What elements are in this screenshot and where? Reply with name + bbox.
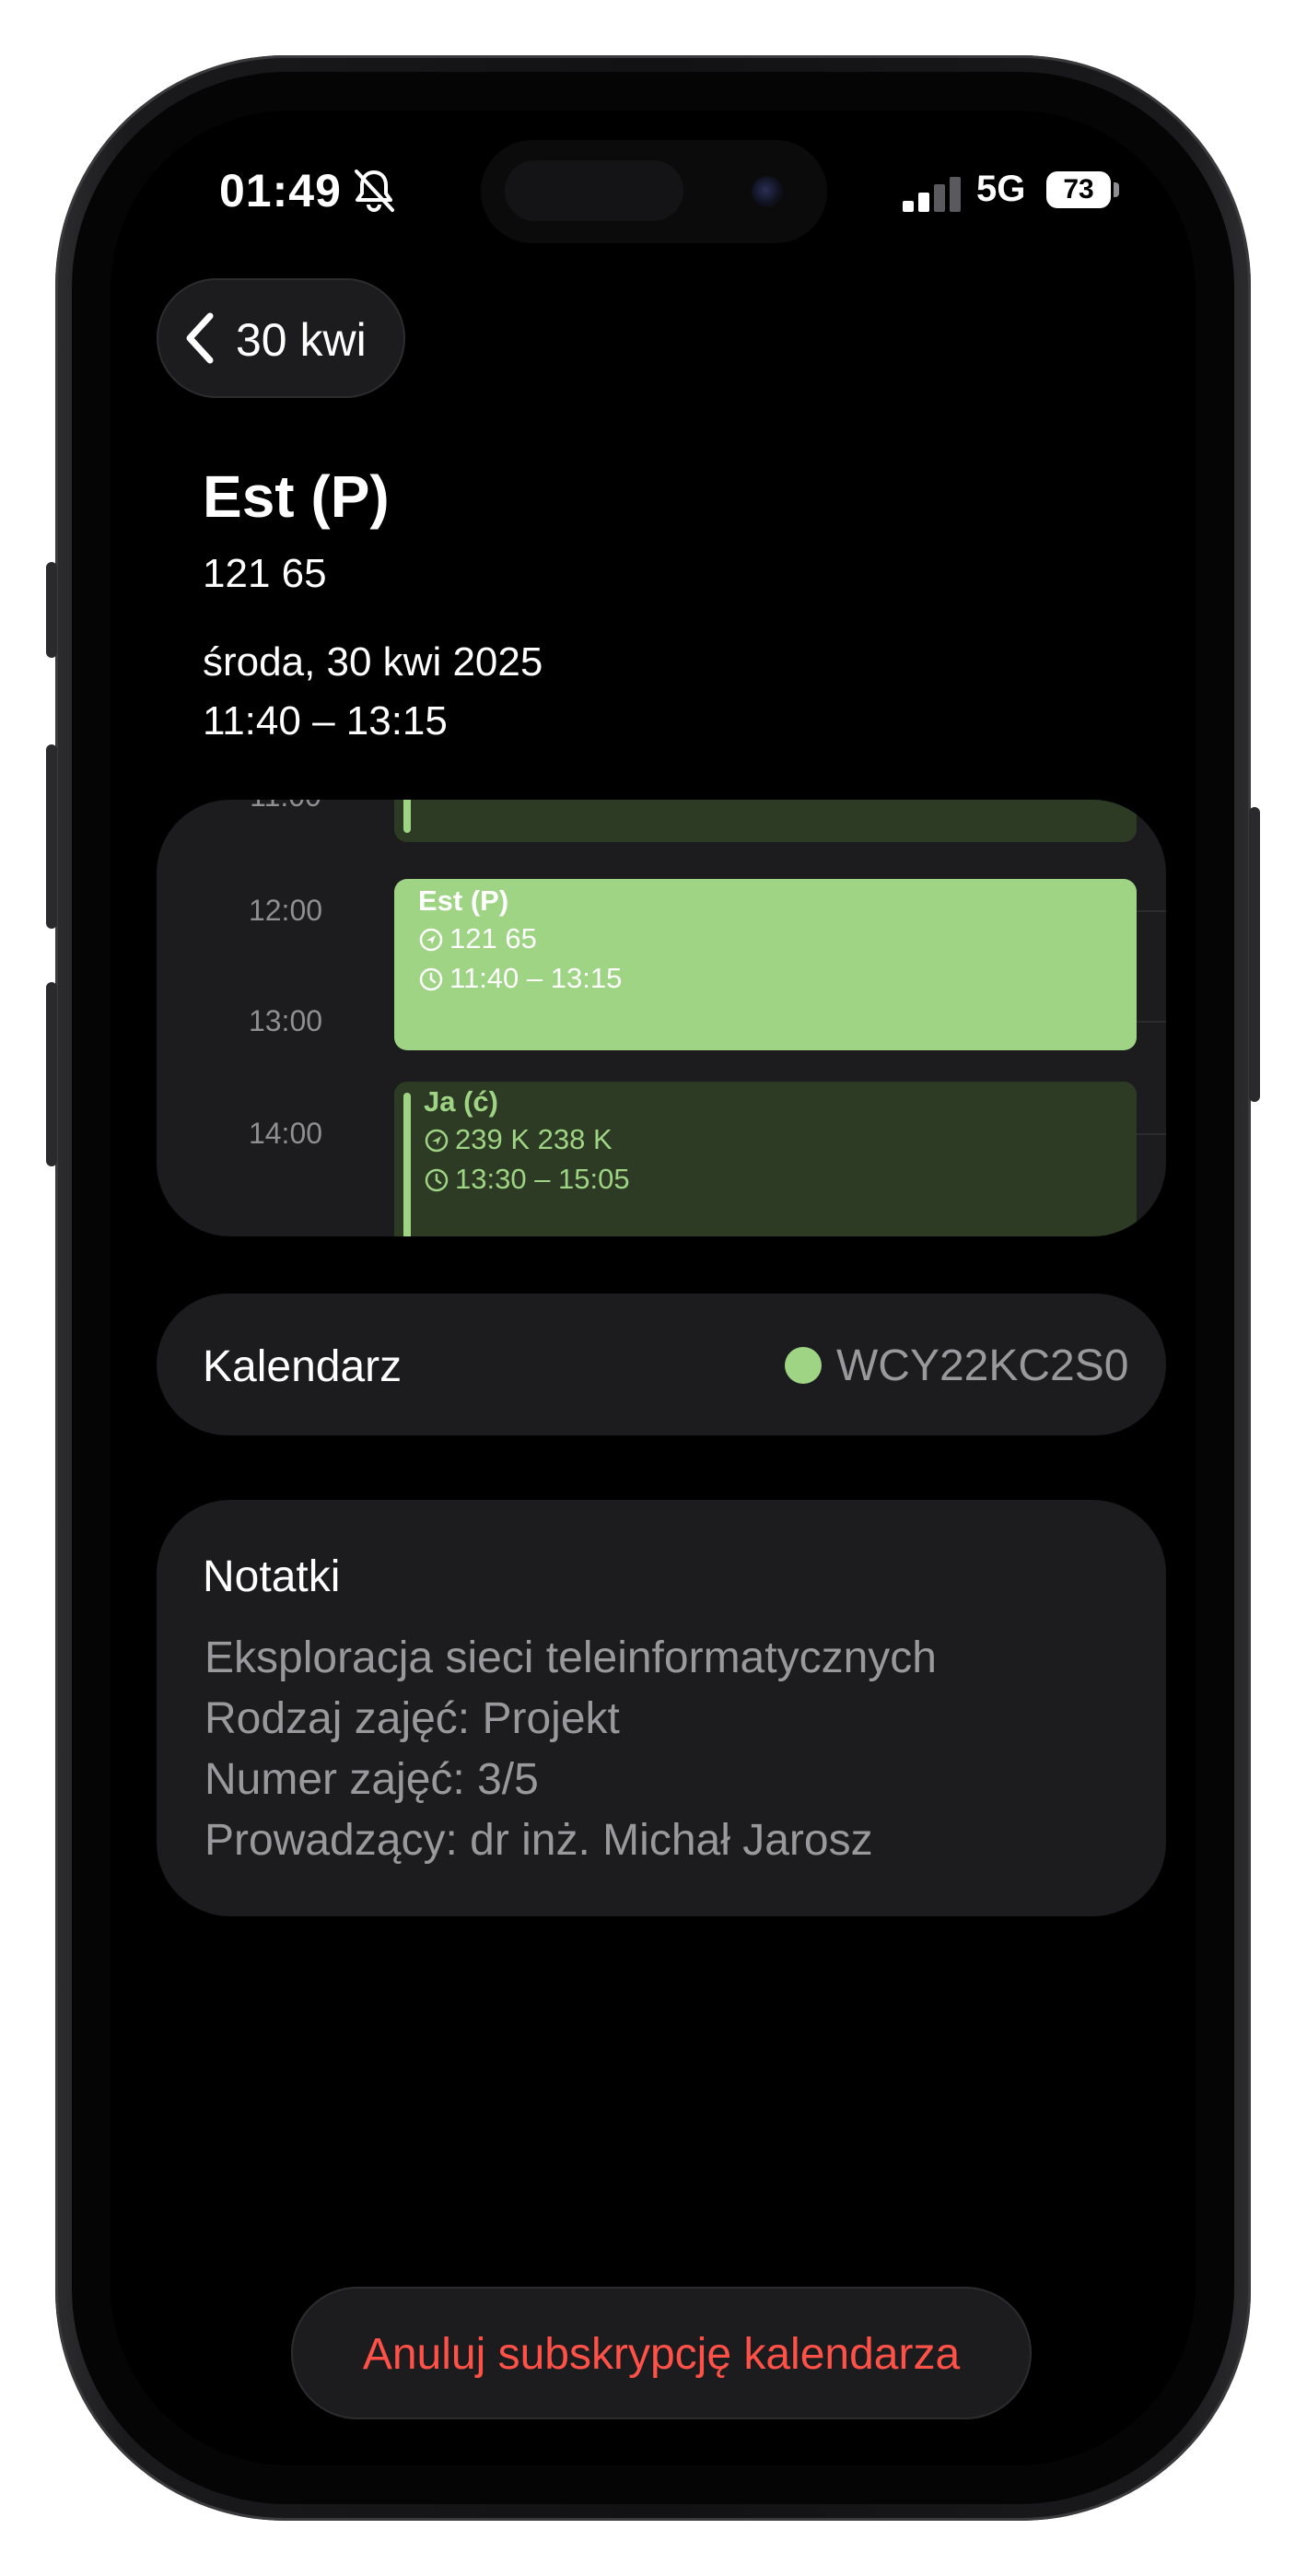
dynamic-island-sensor	[505, 160, 683, 221]
action-button	[46, 562, 57, 658]
back-button[interactable]: 30 kwi	[157, 278, 405, 398]
signal-icon	[903, 177, 961, 212]
location-icon	[425, 1129, 449, 1153]
hour-label-14: 14:00	[248, 1117, 323, 1150]
event-color-bar	[403, 800, 411, 833]
screen: 01:49 5G 73 30 kwi Est (P) 121 65 środa,…	[111, 111, 1196, 2465]
event-room: 121 65	[203, 551, 327, 596]
calendar-row-label: Kalendarz	[203, 1342, 403, 1391]
note-line: Prowadzący: dr inż. Michał Jarosz	[204, 1816, 873, 1865]
status-time: 01:49	[219, 165, 342, 217]
event-time-range: 11:40 – 13:15	[203, 698, 448, 744]
network-label: 5G	[976, 169, 1026, 209]
chevron-left-icon	[186, 312, 214, 364]
event-title: Est (P)	[203, 463, 390, 530]
event-color-bar	[403, 1093, 411, 1236]
day-preview[interactable]: 11:00 12:00 13:00 14:00 Est (P) 121 65 1…	[157, 800, 1166, 1236]
unsubscribe-button[interactable]: Anuluj subskrypcję kalendarza	[291, 2287, 1032, 2419]
calendar-color-dot	[785, 1347, 822, 1384]
bell-slash-icon	[355, 170, 394, 212]
location-icon	[419, 928, 443, 952]
previous-event-block[interactable]	[394, 800, 1137, 842]
battery-tip	[1114, 182, 1119, 197]
unsubscribe-label: Anuluj subskrypcję kalendarza	[362, 2330, 961, 2379]
volume-up-button	[46, 744, 57, 929]
selected-event-room: 121 65	[449, 922, 537, 954]
next-event-room: 239 K 238 K	[455, 1123, 613, 1155]
clock-icon	[425, 1168, 449, 1192]
camera-lens	[752, 176, 783, 207]
battery-icon: 73	[1046, 171, 1111, 208]
notes-title: Notatki	[203, 1552, 341, 1601]
calendar-row[interactable]: Kalendarz WCY22KC2S0	[157, 1294, 1166, 1435]
next-event-time: 13:30 – 15:05	[455, 1163, 630, 1195]
hour-label-13: 13:00	[248, 1004, 323, 1037]
clock-icon	[419, 967, 443, 991]
note-line: Eksploracja sieci teleinformatycznych	[204, 1633, 937, 1682]
selected-event-time: 11:40 – 13:15	[449, 962, 623, 994]
selected-event-title: Est (P)	[418, 884, 509, 917]
note-line: Numer zajęć: 3/5	[204, 1755, 539, 1804]
calendar-name: WCY22KC2S0	[836, 1341, 1129, 1390]
power-button	[1249, 807, 1260, 1102]
volume-down-button	[46, 982, 57, 1166]
hour-label-12: 12:00	[248, 894, 323, 927]
note-line: Rodzaj zajęć: Projekt	[204, 1694, 620, 1743]
event-date: środa, 30 kwi 2025	[203, 639, 543, 685]
notes-card: Notatki Eksploracja sieci teleinformatyc…	[157, 1500, 1166, 1916]
back-button-label: 30 kwi	[236, 314, 367, 366]
hour-label-11: 11:00	[212, 800, 359, 814]
next-event-title: Ja (ć)	[424, 1085, 498, 1118]
next-event-block[interactable]	[394, 1082, 1137, 1236]
